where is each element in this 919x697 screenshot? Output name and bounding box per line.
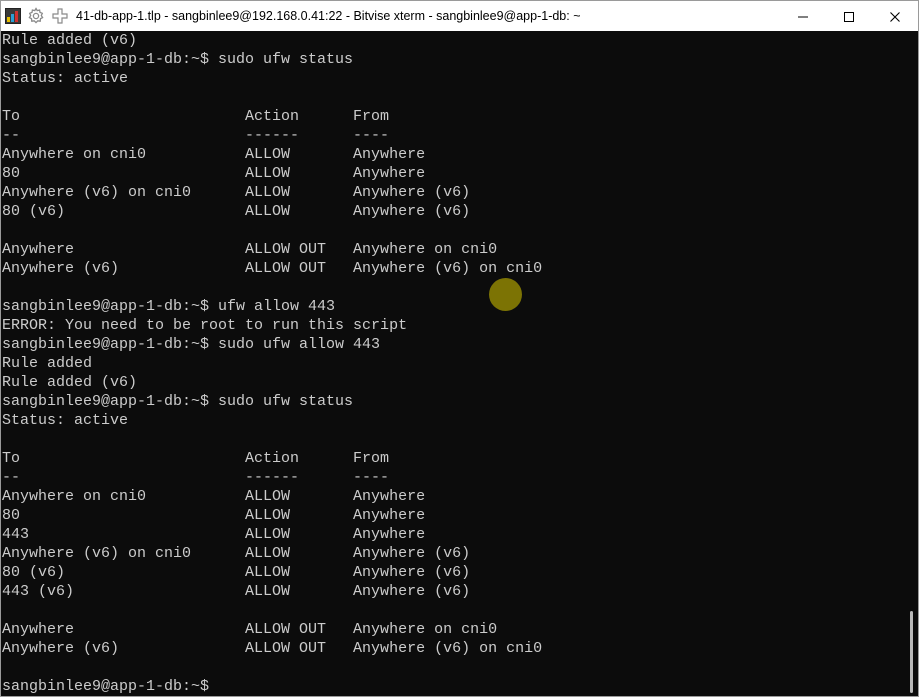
terminal-line: sangbinlee9@app-1-db:~$ sudo ufw status [2, 51, 354, 68]
plus-icon[interactable] [50, 6, 70, 26]
terminal-line: -- ------ ---- [2, 469, 390, 486]
terminal-line: sangbinlee9@app-1-db:~$ sudo ufw status [2, 393, 354, 410]
window-title: 41-db-app-1.tlp - sangbinlee9@192.168.0.… [76, 9, 581, 23]
terminal-line: To Action From [2, 108, 390, 125]
gear-icon[interactable] [26, 6, 46, 26]
terminal-line: Anywhere (v6) on cni0 ALLOW Anywhere (v6… [2, 184, 471, 201]
terminal-line: Status: active [2, 412, 129, 429]
terminal-line: ERROR: You need to be root to run this s… [2, 317, 408, 334]
terminal-line: 443 ALLOW Anywhere [2, 526, 426, 543]
terminal-line: Rule added [2, 355, 93, 372]
terminal-line: 80 ALLOW Anywhere [2, 507, 426, 524]
maximize-icon[interactable] [826, 1, 872, 32]
terminal-line: Status: active [2, 70, 129, 87]
terminal-window: 41-db-app-1.tlp - sangbinlee9@192.168.0.… [0, 0, 919, 697]
terminal-line: Anywhere (v6) ALLOW OUT Anywhere (v6) on… [2, 260, 543, 277]
title-bar[interactable]: 41-db-app-1.tlp - sangbinlee9@192.168.0.… [1, 0, 918, 31]
terminal-line: 80 (v6) ALLOW Anywhere (v6) [2, 203, 471, 220]
terminal-line: Rule added (v6) [2, 374, 138, 391]
terminal-line: Anywhere on cni0 ALLOW Anywhere [2, 146, 426, 163]
terminal-line: sangbinlee9@app-1-db:~$ sudo ufw allow 4… [2, 336, 381, 353]
terminal-line: Anywhere on cni0 ALLOW Anywhere [2, 488, 426, 505]
terminal-line: sangbinlee9@app-1-db:~$ ufw allow 443 [2, 298, 336, 315]
close-icon[interactable] [872, 1, 918, 32]
terminal-line: Rule added (v6) [2, 32, 138, 49]
terminal-line: Anywhere ALLOW OUT Anywhere on cni0 [2, 241, 498, 258]
terminal-line: sangbinlee9@app-1-db:~$ [2, 678, 210, 695]
terminal-line: 80 (v6) ALLOW Anywhere (v6) [2, 564, 471, 581]
terminal-output[interactable]: Rule added (v6) sangbinlee9@app-1-db:~$ s… [2, 31, 906, 696]
terminal-line: Anywhere (v6) on cni0 ALLOW Anywhere (v6… [2, 545, 471, 562]
window-controls [780, 1, 918, 32]
minimize-icon[interactable] [780, 1, 826, 32]
scrollbar-thumb[interactable] [910, 611, 913, 693]
vertical-scrollbar[interactable] [905, 31, 918, 696]
terminal-line: Anywhere (v6) ALLOW OUT Anywhere (v6) on… [2, 640, 543, 657]
terminal-line: -- ------ ---- [2, 127, 390, 144]
terminal-line: To Action From [2, 450, 390, 467]
terminal-line: Anywhere ALLOW OUT Anywhere on cni0 [2, 621, 498, 638]
terminal-line: 80 ALLOW Anywhere [2, 165, 426, 182]
terminal-line: 443 (v6) ALLOW Anywhere (v6) [2, 583, 471, 600]
bitvise-app-icon[interactable] [4, 7, 22, 25]
